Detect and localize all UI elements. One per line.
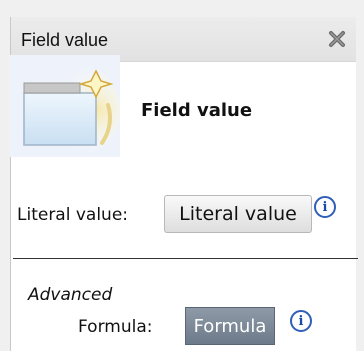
close-icon[interactable]: [324, 27, 350, 51]
formula-info-icon[interactable]: i: [290, 310, 312, 332]
literal-value-button[interactable]: Literal value: [164, 195, 312, 233]
header-title: Field value: [141, 100, 253, 121]
field-value-icon: [10, 55, 120, 157]
literal-value-label: Literal value:: [17, 205, 129, 225]
section-divider: [13, 258, 358, 259]
panel-title: Field value: [21, 30, 109, 50]
formula-button[interactable]: Formula: [185, 307, 275, 345]
literal-info-icon[interactable]: i: [314, 196, 336, 218]
formula-label: Formula:: [78, 317, 153, 337]
advanced-section-title: Advanced: [28, 285, 113, 305]
